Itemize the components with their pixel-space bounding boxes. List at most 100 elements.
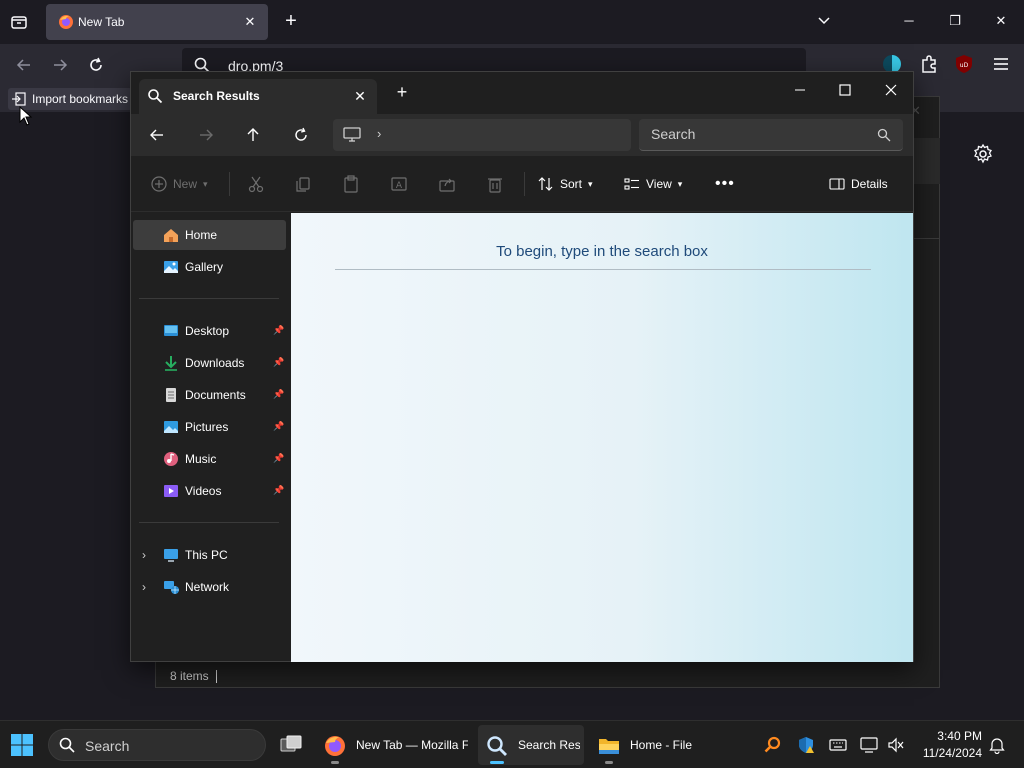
details-label: Details [851, 177, 888, 191]
volume-muted-icon[interactable] [887, 736, 905, 754]
search-icon [59, 737, 75, 753]
chevron-down-icon[interactable] [815, 11, 837, 33]
trash-icon [488, 178, 502, 193]
ublock-origin-icon[interactable]: uD [953, 53, 975, 75]
close-window-icon[interactable]: ✕ [986, 8, 1016, 34]
forward-icon[interactable] [196, 125, 216, 145]
chevron-right-icon[interactable]: › [142, 580, 146, 594]
sidebar-item-videos[interactable]: Videos 📌 [133, 476, 286, 506]
network-icon [164, 581, 179, 594]
chevron-down-icon: ▾ [588, 178, 593, 189]
hamburger-menu-icon[interactable] [990, 53, 1012, 75]
explorer-tab[interactable]: Search Results ✕ [139, 79, 377, 114]
taskbar-app-label: Search Resı [518, 738, 580, 752]
pin-icon[interactable]: 📌 [273, 485, 284, 497]
sidebar-item-label: Desktop [185, 324, 230, 338]
paste-button[interactable] [342, 172, 360, 196]
taskbar-app-search-results[interactable]: Search Resı [478, 725, 584, 765]
cut-button[interactable] [247, 172, 265, 196]
home-icon [164, 229, 178, 242]
sidebar-item-pictures[interactable]: Pictures 📌 [133, 412, 286, 442]
sidebar-item-gallery[interactable]: Gallery [133, 252, 286, 282]
close-window-icon[interactable] [868, 76, 914, 104]
sidebar-item-label: Music [185, 452, 217, 466]
reload-icon[interactable] [84, 53, 108, 77]
more-options-icon[interactable]: ••• [715, 172, 735, 196]
paste-icon [344, 175, 358, 193]
security-shield-icon[interactable] [797, 736, 815, 754]
copy-button[interactable] [294, 172, 312, 196]
explorer-search-box[interactable] [639, 119, 903, 151]
taskbar-app-firefox[interactable]: New Tab — Mozilla F [316, 725, 472, 765]
delete-button[interactable] [486, 172, 504, 196]
forward-icon[interactable] [48, 53, 72, 77]
view-button[interactable]: View ▾ [624, 172, 682, 196]
new-label: New [173, 177, 198, 191]
sidebar-divider [139, 298, 279, 299]
pin-icon[interactable]: 📌 [273, 389, 284, 401]
back-icon[interactable] [147, 125, 167, 145]
search-tool-icon[interactable] [764, 736, 782, 754]
close-tab-icon[interactable]: ✕ [351, 87, 369, 105]
keyboard-icon[interactable] [829, 736, 847, 754]
clock-date[interactable]: 11/24/2024 [918, 746, 982, 760]
minimize-icon[interactable] [777, 76, 823, 104]
list-all-tabs-icon[interactable] [8, 11, 30, 33]
close-tab-icon[interactable]: ✕ [240, 12, 260, 32]
pin-icon[interactable]: 📌 [273, 357, 284, 369]
rename-button[interactable]: A [390, 172, 408, 196]
gallery-icon [164, 261, 178, 273]
task-view-icon[interactable] [279, 733, 303, 757]
pin-icon[interactable]: 📌 [273, 325, 284, 337]
details-button[interactable]: Details [829, 172, 888, 196]
pin-icon[interactable]: 📌 [273, 421, 284, 433]
minimize-icon[interactable]: ─ [894, 8, 924, 34]
chevron-right-icon[interactable]: › [142, 548, 146, 562]
share-button[interactable] [438, 172, 456, 196]
pictures-icon [164, 421, 178, 433]
divider [335, 269, 871, 270]
taskbar-app-label: New Tab — Mozilla F [356, 738, 468, 752]
windows-start-icon[interactable] [10, 733, 34, 757]
sidebar-item-documents[interactable]: Documents 📌 [133, 380, 286, 410]
sidebar-item-downloads[interactable]: Downloads 📌 [133, 348, 286, 378]
taskbar-app-label: Home - File [630, 738, 693, 752]
sidebar-item-label: Home [185, 228, 218, 242]
sort-button[interactable]: Sort ▾ [538, 172, 593, 196]
background-window-panel [914, 138, 940, 184]
browser-tab[interactable]: New Tab ✕ [46, 4, 268, 40]
new-tab-icon[interactable]: + [280, 11, 302, 33]
divider [914, 238, 940, 239]
chevron-down-icon: ▾ [203, 178, 208, 189]
up-icon[interactable] [243, 125, 263, 145]
refresh-icon[interactable] [291, 125, 311, 145]
desktop-icon [164, 325, 178, 336]
search-results-pane[interactable]: To begin, type in the search box [291, 213, 913, 662]
sidebar-divider [139, 522, 279, 523]
taskbar-app-file-explorer[interactable]: Home - File [590, 725, 700, 765]
notification-bell-icon[interactable] [988, 736, 1006, 754]
address-bar[interactable]: › [333, 119, 631, 151]
music-icon [164, 452, 178, 466]
maximize-icon[interactable] [822, 76, 868, 104]
new-tab-icon[interactable]: + [393, 83, 411, 101]
videos-icon [164, 485, 178, 497]
sidebar-item-network[interactable]: › Network [133, 572, 286, 602]
back-icon[interactable] [12, 53, 36, 77]
sidebar-item-desktop[interactable]: Desktop 📌 [133, 316, 286, 346]
sidebar-item-label: Downloads [185, 356, 245, 370]
sidebar-item-home[interactable]: Home [133, 220, 286, 250]
sidebar-item-this-pc[interactable]: › This PC [133, 540, 286, 570]
sidebar-item-music[interactable]: Music 📌 [133, 444, 286, 474]
search-input[interactable] [651, 119, 871, 149]
gear-icon[interactable] [972, 143, 994, 165]
restore-icon[interactable]: ❐ [940, 8, 970, 34]
display-icon[interactable] [860, 736, 878, 754]
chevron-right-icon[interactable]: › [377, 126, 381, 141]
new-button[interactable]: New ▾ [151, 172, 208, 196]
sidebar-item-label: Pictures [185, 420, 229, 434]
taskbar-search-box[interactable]: Search [48, 729, 266, 761]
extensions-puzzle-icon[interactable] [918, 53, 940, 75]
clock-time[interactable]: 3:40 PM [918, 729, 982, 743]
pin-icon[interactable]: 📌 [273, 453, 284, 465]
